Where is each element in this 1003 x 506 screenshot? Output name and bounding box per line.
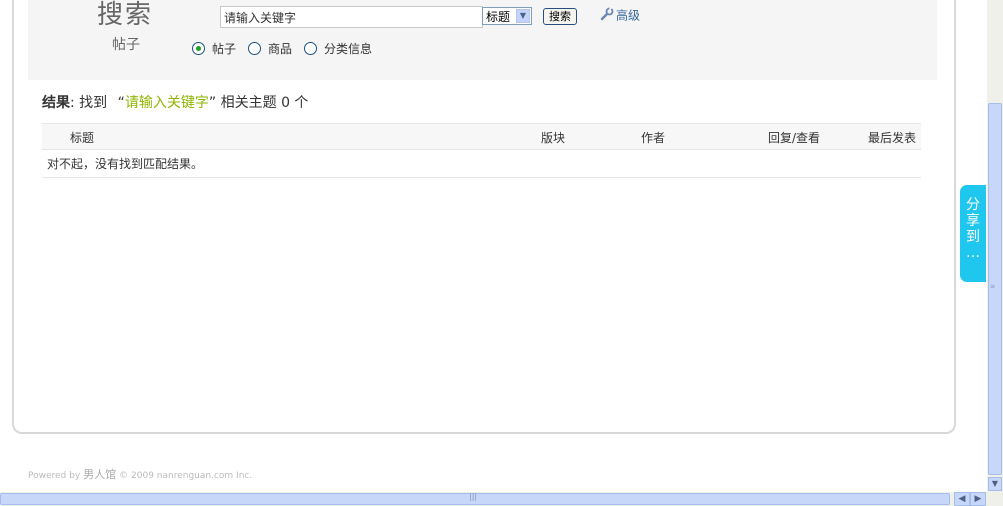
radio-classifieds[interactable]: 分类信息 <box>304 41 372 57</box>
share-char-3: 到 <box>966 229 980 245</box>
horizontal-scrollbar[interactable]: ||| ◀ ▶ <box>0 492 987 506</box>
search-type-select[interactable]: 标题 ▼ <box>482 7 532 25</box>
radio-classifieds-label: 分类信息 <box>324 42 373 56</box>
footer-copyright: © 2009 nanrenguan.com Inc. <box>119 471 253 481</box>
col-replies-views[interactable]: 回复/查看 <box>768 129 820 146</box>
radio-goods[interactable]: 商品 <box>248 41 292 57</box>
footer: Powered by 男人馆 © 2009 nanrenguan.com Inc. <box>28 466 252 482</box>
close-quote: ” <box>208 95 217 111</box>
results-keyword: 请输入关键字 <box>124 95 209 111</box>
grip-icon: ≡ <box>990 283 996 290</box>
radio-classifieds-control[interactable] <box>304 42 317 55</box>
advanced-search-link[interactable]: 高级 <box>600 6 641 25</box>
results-found-text: : 找到 <box>70 95 108 111</box>
radio-goods-control[interactable] <box>248 42 261 55</box>
col-title[interactable]: 标题 <box>70 129 94 146</box>
page-subtitle: 帖子 <box>112 37 140 53</box>
results-label: 结果 <box>42 95 70 111</box>
search-button[interactable]: 搜索 <box>543 8 577 25</box>
grip-icon: ||| <box>469 492 478 501</box>
page-title: 搜索 <box>97 0 154 30</box>
radio-posts-control[interactable] <box>192 42 205 55</box>
scroll-left-icon[interactable]: ◀ <box>954 492 970 506</box>
scrollbar-corner <box>987 492 1003 506</box>
empty-message: 对不起，没有找到匹配结果。 <box>47 157 204 171</box>
scroll-down-icon[interactable]: ▼ <box>988 477 1002 491</box>
radio-posts[interactable]: 帖子 <box>192 41 236 57</box>
results-suffix: 相关主题 <box>220 95 277 111</box>
open-quote: “ <box>117 95 125 111</box>
search-type-selected: 标题 <box>486 10 511 24</box>
share-char-1: 分 <box>966 197 980 213</box>
col-forum[interactable]: 版块 <box>541 129 565 146</box>
table-row-empty: 对不起，没有找到匹配结果。 <box>42 150 921 178</box>
col-author[interactable]: 作者 <box>641 129 665 146</box>
results-count: 0 个 <box>281 95 309 111</box>
share-char-4: … <box>966 245 980 261</box>
share-tab[interactable]: 分 享 到 … <box>960 185 986 282</box>
footer-powered-by: Powered by <box>28 471 81 481</box>
col-last-post[interactable]: 最后发表 <box>868 129 916 146</box>
share-char-2: 享 <box>966 213 980 229</box>
results-table-header: 标题 版块 作者 回复/查看 最后发表 <box>42 123 921 150</box>
scroll-right-icon[interactable]: ▶ <box>970 492 986 506</box>
advanced-label: 高级 <box>616 8 641 23</box>
vertical-scrollbar[interactable]: ≡ ▼ <box>987 0 1003 492</box>
wrench-icon <box>600 6 614 25</box>
footer-brand[interactable]: 男人馆 <box>83 468 116 481</box>
radio-goods-label: 商品 <box>268 42 293 56</box>
radio-posts-label: 帖子 <box>212 42 237 56</box>
keyword-input[interactable] <box>220 6 483 28</box>
results-summary: 结果: 找到 “请输入关键字” 相关主题 0 个 <box>42 92 308 112</box>
search-panel: 搜索 帖子 标题 ▼ 搜索 高级 帖子 商品 分类信息 <box>28 0 937 80</box>
chevron-down-icon[interactable]: ▼ <box>516 9 530 23</box>
